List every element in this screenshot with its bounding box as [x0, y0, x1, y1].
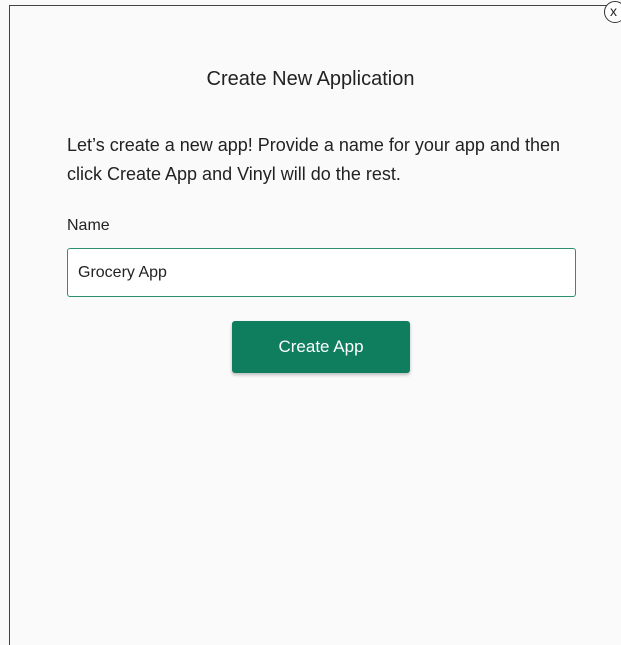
name-label: Name	[67, 217, 110, 234]
dialog-description: Let’s create a new app! Provide a name f…	[67, 135, 560, 184]
close-icon: x	[610, 3, 617, 19]
app-name-input[interactable]	[67, 248, 576, 297]
dialog-title: Create New Application	[206, 68, 415, 90]
close-button[interactable]: x	[604, 1, 621, 23]
create-app-button[interactable]: Create App	[232, 321, 410, 373]
